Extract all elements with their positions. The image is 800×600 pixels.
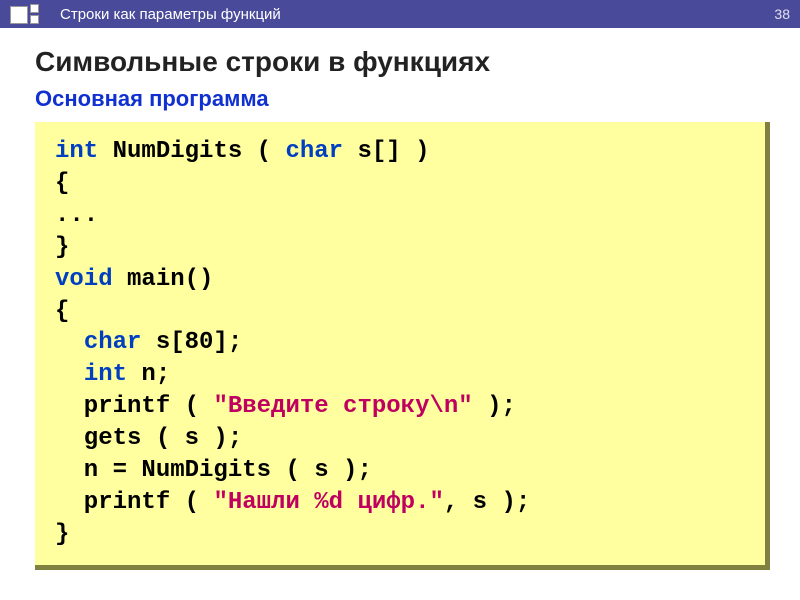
code-text: printf ( — [55, 489, 213, 516]
code-text: ... — [55, 202, 98, 229]
code-text: n = NumDigits ( s ); — [55, 457, 372, 484]
code-text: { — [55, 298, 69, 325]
code-text — [55, 329, 84, 356]
code-text: printf ( — [55, 393, 213, 420]
slide-content: Символьные строки в функциях Основная пр… — [0, 28, 800, 570]
code-text: n; — [127, 361, 170, 388]
keyword-int: int — [55, 138, 98, 165]
code-text: ); — [473, 393, 516, 420]
code-text: } — [55, 234, 69, 261]
code-text: NumDigits ( — [98, 138, 285, 165]
keyword-char: char — [285, 138, 343, 165]
slide-title: Символьные строки в функциях — [35, 46, 770, 78]
code-text: gets ( s ); — [55, 425, 242, 452]
square-icon — [30, 4, 39, 13]
code-text: main() — [113, 266, 214, 293]
code-text — [55, 361, 84, 388]
keyword-int: int — [84, 361, 127, 388]
code-text: s[] ) — [343, 138, 429, 165]
slide-subtitle: Основная программа — [35, 86, 770, 112]
code-text: s[80]; — [141, 329, 242, 356]
square-icon — [30, 15, 39, 24]
code-block: int NumDigits ( char s[] ) { ... } void … — [35, 122, 770, 570]
square-column — [30, 4, 39, 24]
header-bar: Строки как параметры функций 38 — [0, 0, 800, 28]
decorative-squares — [10, 4, 39, 24]
page-number: 38 — [774, 6, 790, 22]
string-literal: "Нашли %d цифр." — [213, 489, 443, 516]
code-text: , s ); — [444, 489, 530, 516]
slide: Строки как параметры функций 38 Символьн… — [0, 0, 800, 600]
code-text: } — [55, 521, 69, 548]
keyword-char: char — [84, 329, 142, 356]
code-text: { — [55, 170, 69, 197]
string-literal: "Введите строку\n" — [213, 393, 472, 420]
square-icon — [10, 6, 28, 24]
keyword-void: void — [55, 266, 113, 293]
header-topic: Строки как параметры функций — [60, 6, 281, 23]
